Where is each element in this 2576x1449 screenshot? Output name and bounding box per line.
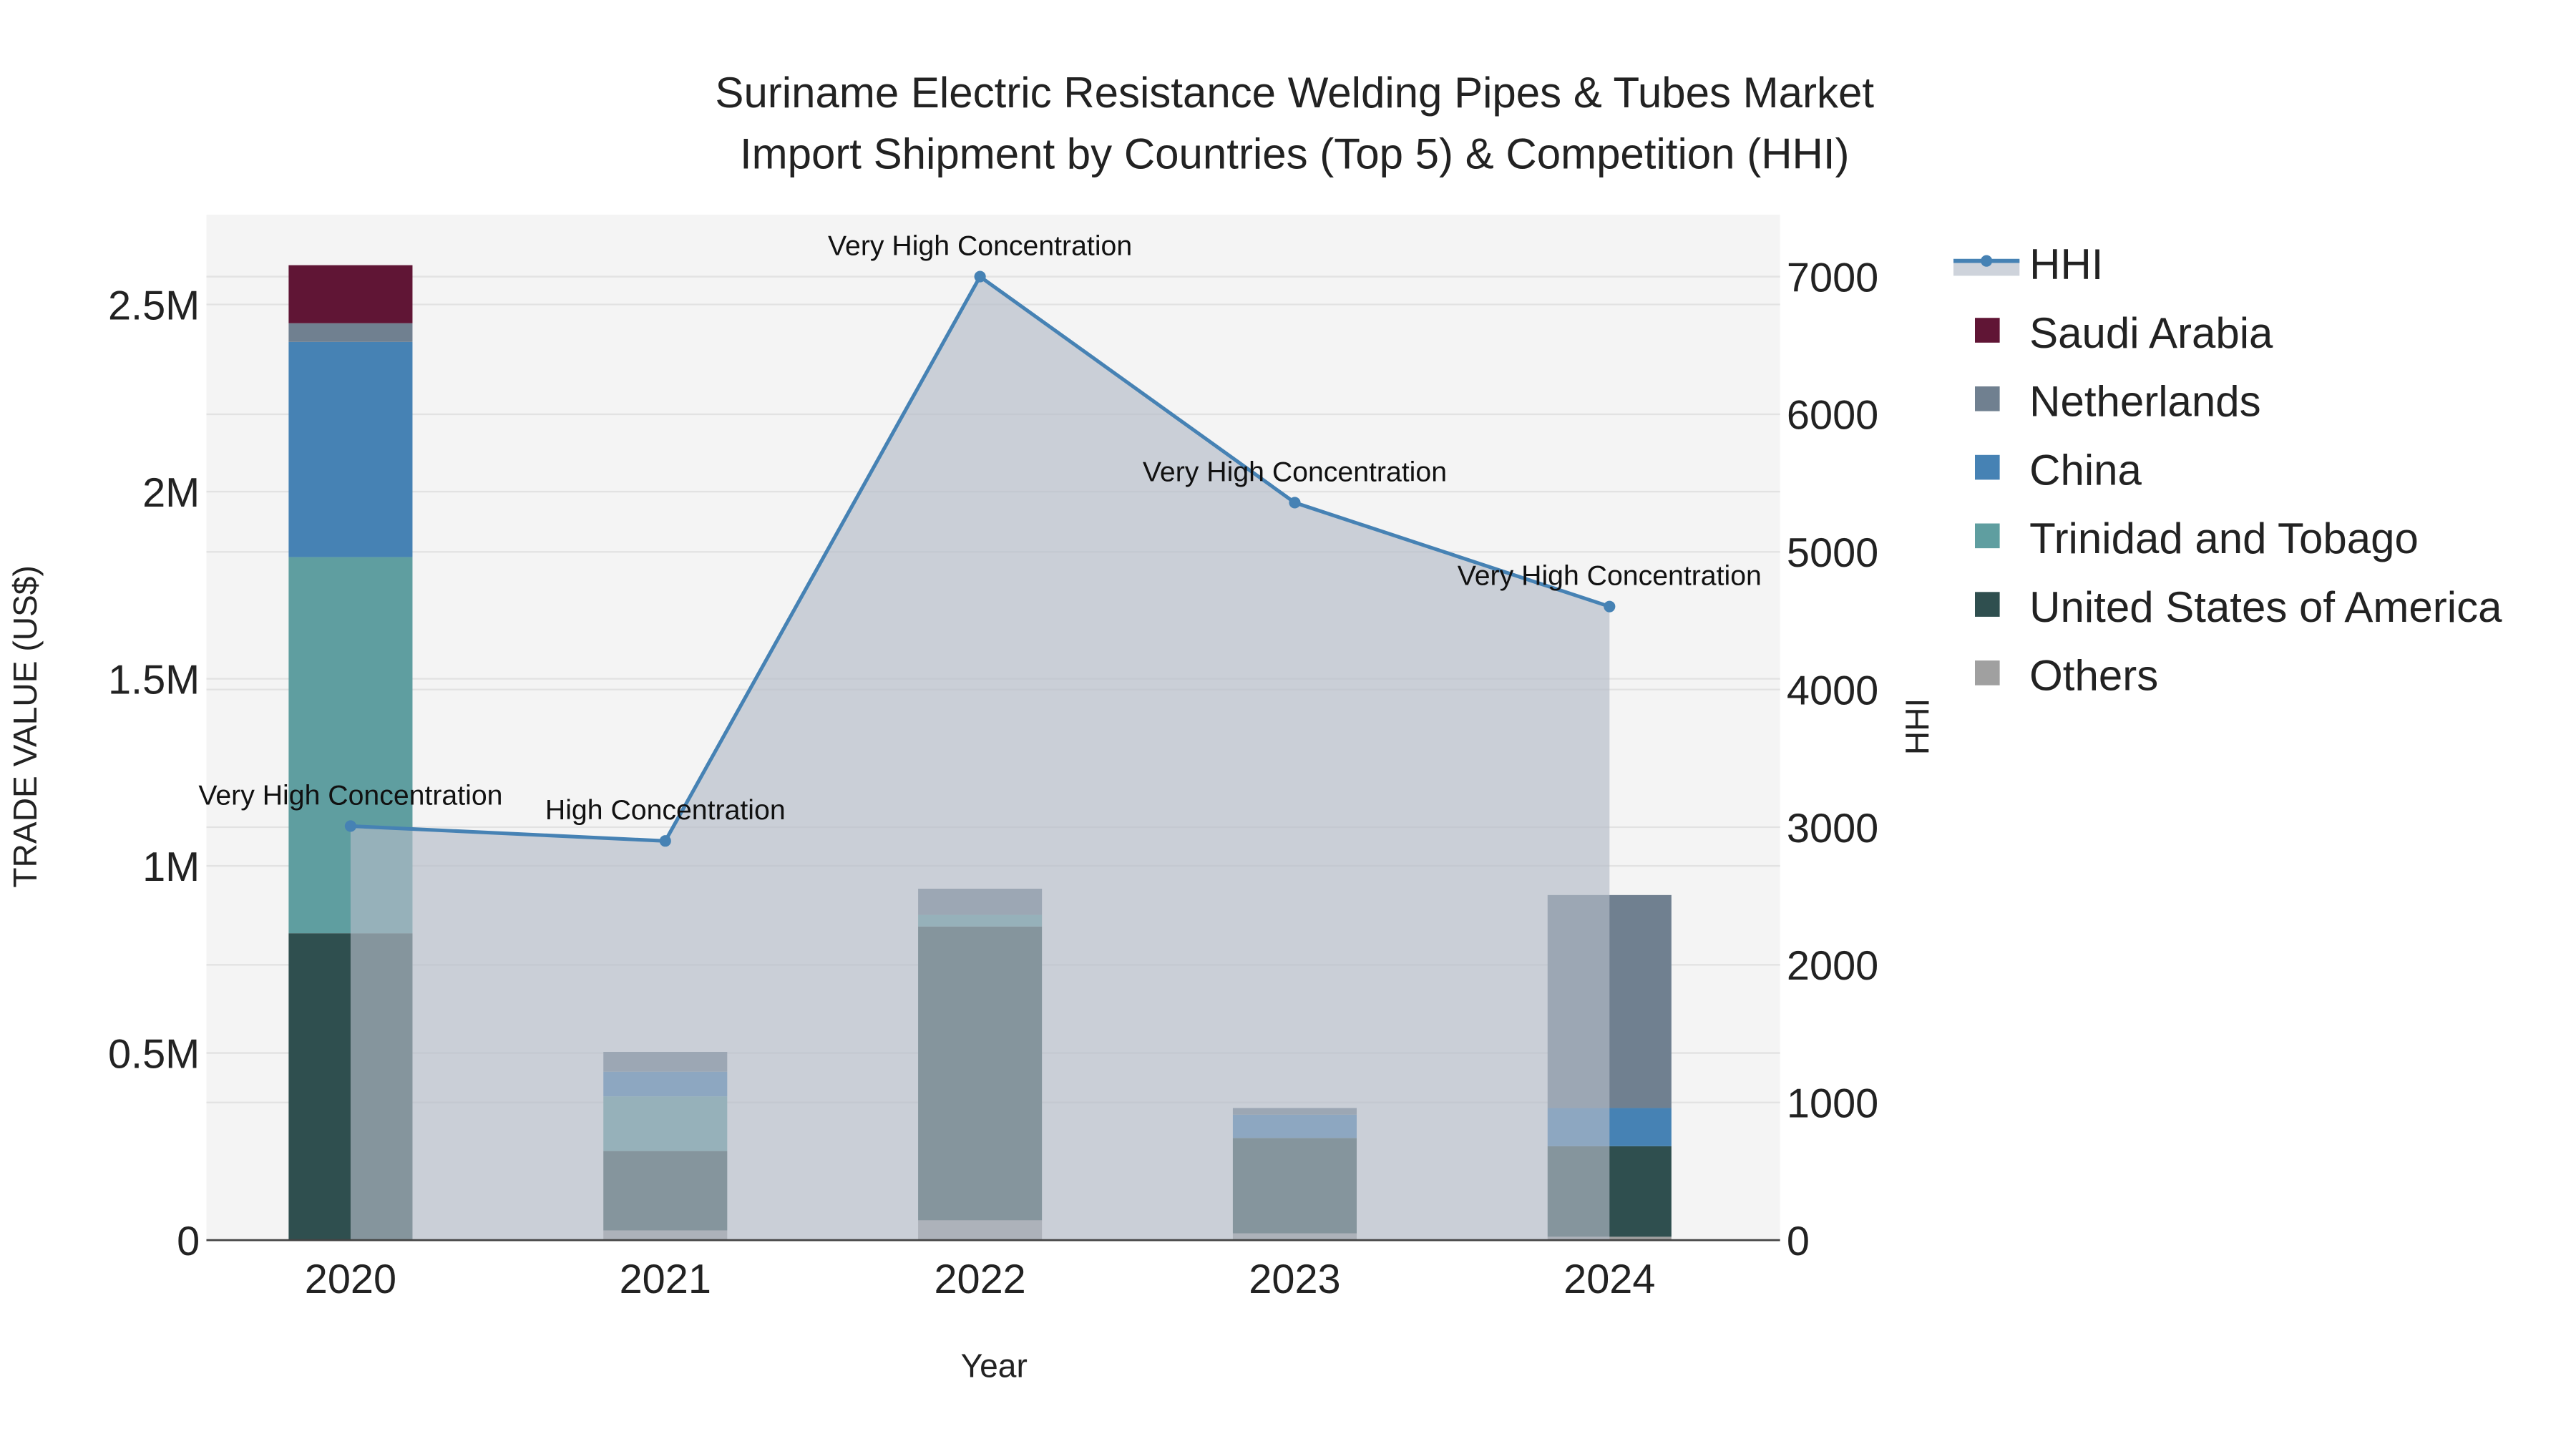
y2-tick-label: 6000 xyxy=(1787,393,1878,439)
x-tick-label: 2022 xyxy=(934,1257,1025,1302)
y-tick-label: 2M xyxy=(142,470,200,516)
y2-tick-label: 5000 xyxy=(1787,530,1878,576)
y-tick-label: 0.5M xyxy=(108,1031,200,1077)
hhi-point-2023 xyxy=(1289,497,1301,509)
y2-tick-label: 1000 xyxy=(1787,1080,1878,1126)
hhi-annotation: Very High Concentration xyxy=(828,230,1132,262)
y2-tick-label: 3000 xyxy=(1787,806,1878,852)
x-axis-title: Year xyxy=(961,1347,1028,1385)
hhi-point-2022 xyxy=(974,270,986,283)
y2-tick-label: 7000 xyxy=(1787,255,1878,301)
legend-hhi-marker-icon xyxy=(1981,255,1993,267)
hhi-annotation: Very High Concentration xyxy=(198,779,502,811)
hhi-point-2021 xyxy=(659,835,671,847)
legend-label: Others xyxy=(2029,652,2158,700)
bar-china-2020 xyxy=(288,341,413,557)
y-tick-label: 0 xyxy=(177,1219,200,1264)
chart-title-line1: Suriname Electric Resistance Welding Pip… xyxy=(715,69,1874,117)
legend-swatch-united-states-of-america xyxy=(1975,592,2000,617)
y2-tick-label: 4000 xyxy=(1787,668,1878,713)
hhi-annotation: Very High Concentration xyxy=(1458,560,1762,592)
hhi-point-2020 xyxy=(344,820,356,832)
y2-axis-title: HHI xyxy=(1898,698,1936,755)
legend-label: Trinidad and Tobago xyxy=(2029,514,2419,562)
hhi-point-2024 xyxy=(1604,600,1616,613)
y2-tick-label: 0 xyxy=(1787,1219,1810,1264)
chart-title-line2: Import Shipment by Countries (Top 5) & C… xyxy=(740,130,1850,177)
legend-swatch-others xyxy=(1975,660,2000,686)
legend-label: HHI xyxy=(2029,240,2103,288)
legend-label: China xyxy=(2029,446,2142,494)
x-tick-label: 2020 xyxy=(305,1257,396,1302)
legend-swatch-netherlands xyxy=(1975,386,2000,411)
y-tick-label: 1.5M xyxy=(108,657,200,703)
legend-label: United States of America xyxy=(2029,583,2502,631)
x-tick-label: 2024 xyxy=(1563,1257,1655,1302)
legend-label: Saudi Arabia xyxy=(2029,309,2273,357)
chart: Very High Concentration High Concentratio… xyxy=(6,69,2502,1385)
y-tick-label: 1M xyxy=(142,844,200,890)
y-axis-title: TRADE VALUE (US$) xyxy=(6,565,44,887)
y2-tick-label: 2000 xyxy=(1787,943,1878,989)
hhi-annotation: High Concentration xyxy=(545,794,786,826)
legend-swatch-saudi-arabia xyxy=(1975,318,2000,343)
y-tick-label: 2.5M xyxy=(108,283,200,328)
bar-netherlands-2020 xyxy=(288,323,413,342)
legend-swatch-trinidad-and-tobago xyxy=(1975,523,2000,549)
x-tick-label: 2023 xyxy=(1249,1257,1340,1302)
legend-label: Netherlands xyxy=(2029,378,2261,426)
bar-saudi-arabia-2020 xyxy=(288,265,413,323)
legend-swatch-china xyxy=(1975,454,2000,480)
x-tick-label: 2021 xyxy=(620,1257,711,1302)
hhi-annotation: Very High Concentration xyxy=(1143,456,1447,487)
